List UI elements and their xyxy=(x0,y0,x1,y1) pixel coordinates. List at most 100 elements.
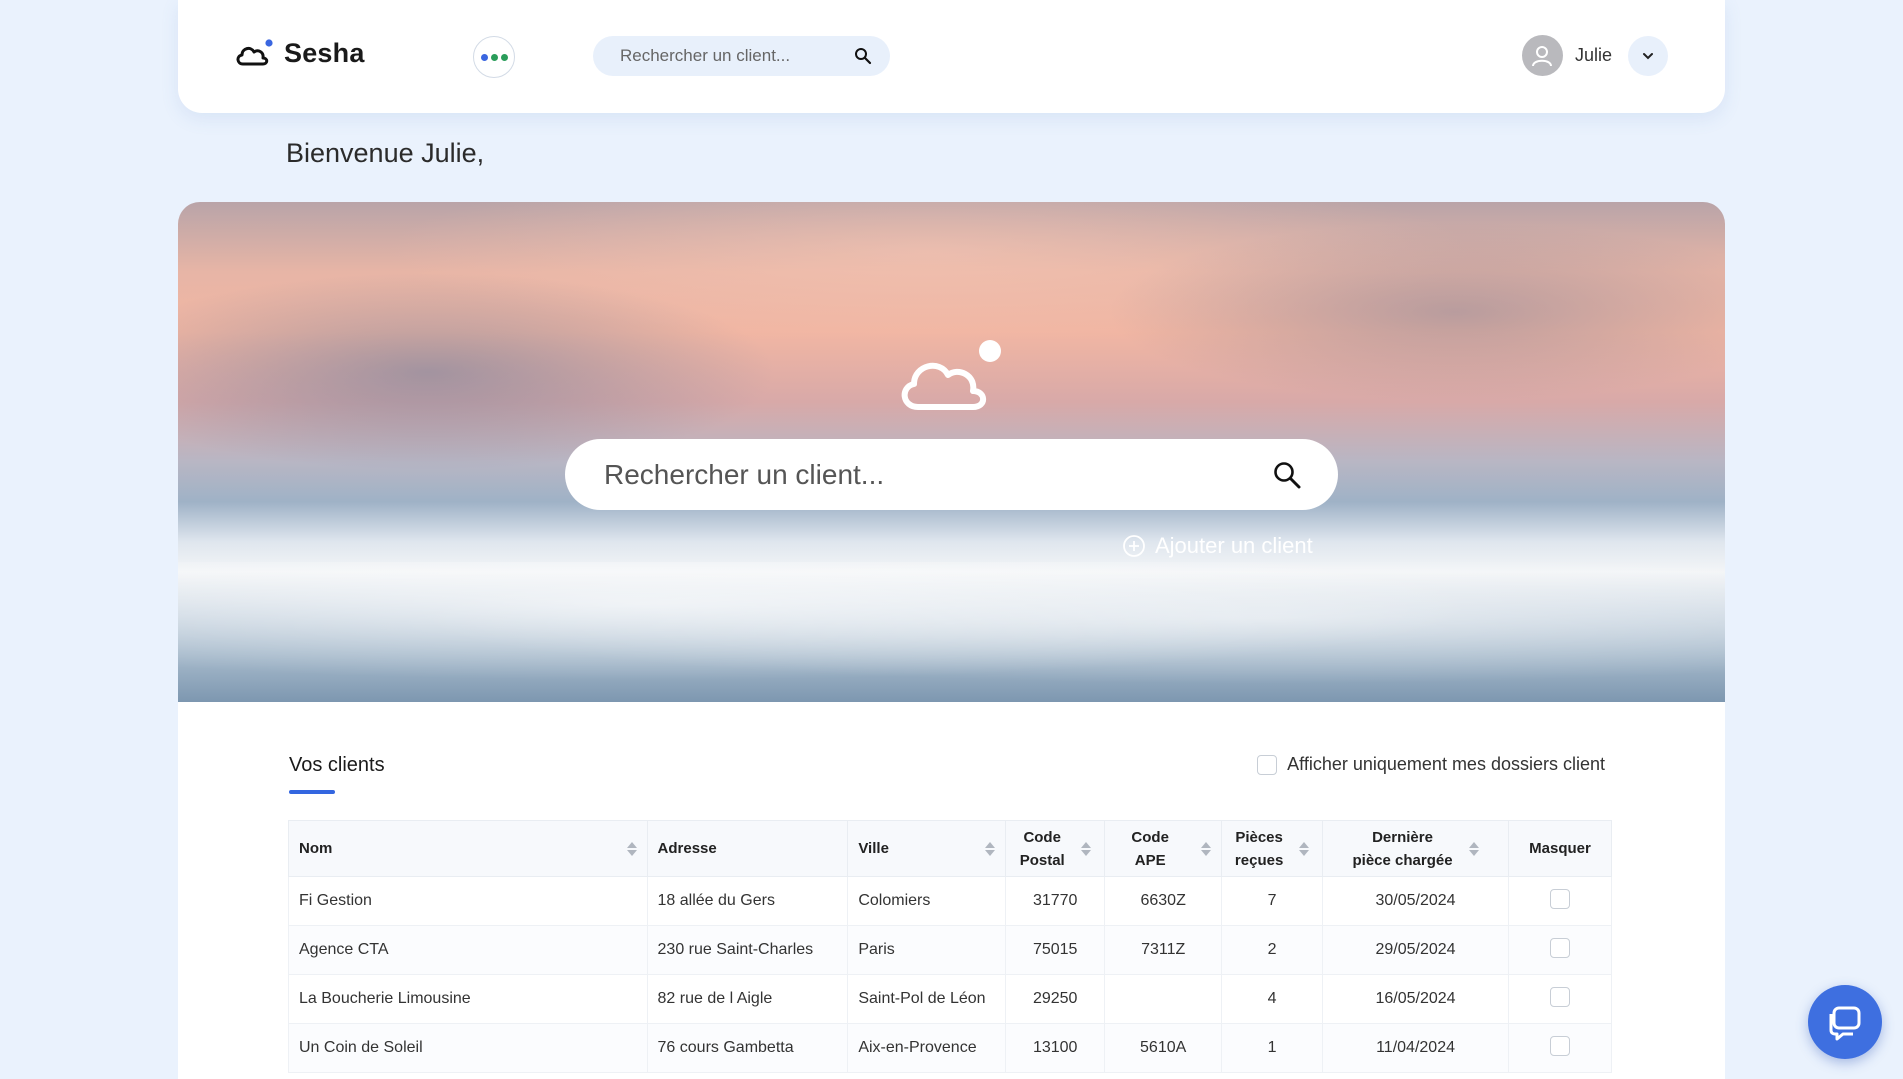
search-icon[interactable] xyxy=(854,47,872,65)
sort-icon[interactable] xyxy=(1299,841,1310,856)
tab-active-indicator xyxy=(289,790,335,794)
user-dropdown-button[interactable] xyxy=(1628,35,1668,76)
cell-adresse: 82 rue de l Aigle xyxy=(646,974,849,1024)
table-header-row: Nom Adresse Ville Code Postal Code APE P… xyxy=(288,820,1613,877)
apps-dot xyxy=(480,53,488,61)
hero-banner: Ajouter un client xyxy=(178,202,1725,702)
sort-icon[interactable] xyxy=(1201,841,1212,856)
cell-pieces: 2 xyxy=(1221,925,1324,975)
column-header-ville[interactable]: Ville xyxy=(847,820,1007,877)
top-bar: Sesha Julie xyxy=(178,0,1725,113)
cell-code-postal: 75015 xyxy=(1005,925,1106,975)
cell-nom[interactable]: Fi Gestion xyxy=(288,876,648,926)
chevron-down-icon xyxy=(1643,52,1653,59)
sort-icon[interactable] xyxy=(626,841,637,856)
cloud-icon xyxy=(901,340,1001,410)
sort-icon[interactable] xyxy=(985,841,996,856)
apps-dot xyxy=(490,53,498,61)
cell-ville: Paris xyxy=(847,925,1007,975)
cell-adresse: 18 allée du Gers xyxy=(646,876,849,926)
column-label: Masquer xyxy=(1529,840,1591,857)
column-header-adresse: Adresse xyxy=(646,820,849,877)
column-label-line: Postal xyxy=(1019,851,1065,869)
sort-icon[interactable] xyxy=(1468,841,1479,856)
user-menu: Julie xyxy=(1521,35,1668,76)
column-header-derniere-piece[interactable]: Dernière pièce chargée xyxy=(1322,820,1509,877)
my-clients-filter[interactable]: Afficher uniquement mes dossiers client xyxy=(1257,754,1605,775)
cell-masquer xyxy=(1507,876,1613,926)
cell-ville: Colomiers xyxy=(847,876,1007,926)
add-client-label: Ajouter un client xyxy=(1155,533,1313,558)
cell-nom[interactable]: La Boucherie Limousine xyxy=(288,974,648,1024)
cell-code-postal: 29250 xyxy=(1005,974,1106,1024)
hide-checkbox[interactable] xyxy=(1549,986,1570,1007)
column-header-nom[interactable]: Nom xyxy=(288,820,648,877)
column-label-line: reçues xyxy=(1234,851,1284,869)
cell-code-postal: 13100 xyxy=(1005,1023,1106,1073)
cell-ville: Saint-Pol de Léon xyxy=(847,974,1007,1024)
column-header-code-postal[interactable]: Code Postal xyxy=(1005,820,1106,877)
cell-derniere-piece: 11/04/2024 xyxy=(1322,1023,1509,1073)
my-clients-checkbox[interactable] xyxy=(1257,754,1278,775)
column-label-line: Pièces xyxy=(1235,828,1283,846)
column-header-masquer: Masquer xyxy=(1507,820,1613,877)
hide-checkbox[interactable] xyxy=(1549,888,1570,909)
column-label-line: Dernière xyxy=(1372,828,1433,846)
cell-derniere-piece: 30/05/2024 xyxy=(1322,876,1509,926)
column-label: Code APE xyxy=(1131,828,1169,869)
cell-pieces: 7 xyxy=(1221,876,1324,926)
user-icon xyxy=(1532,45,1553,66)
add-client-button[interactable]: Ajouter un client xyxy=(1122,533,1313,559)
hide-checkbox[interactable] xyxy=(1549,937,1570,958)
column-header-pieces[interactable]: Pièces reçues xyxy=(1221,820,1324,877)
hide-checkbox[interactable] xyxy=(1549,1035,1570,1056)
cloud-icon xyxy=(236,38,273,65)
tab-clients[interactable]: Vos clients xyxy=(289,754,385,777)
header-search-input[interactable] xyxy=(620,46,854,66)
column-header-code-ape[interactable]: Code APE xyxy=(1104,820,1223,877)
my-clients-filter-label: Afficher uniquement mes dossiers client xyxy=(1287,754,1605,774)
brand-name: Sesha xyxy=(284,38,365,68)
apps-dot xyxy=(500,53,508,61)
brand-logo[interactable]: Sesha xyxy=(234,38,365,69)
column-label-line: pièce chargée xyxy=(1352,851,1453,869)
hero-cloud-sea xyxy=(178,562,1725,702)
cell-code-postal: 31770 xyxy=(1005,876,1106,926)
cell-nom[interactable]: Agence CTA xyxy=(288,925,648,975)
column-label-line: Code xyxy=(1023,828,1061,846)
welcome-title: Bienvenue Julie, xyxy=(286,138,485,168)
cell-code-ape xyxy=(1104,974,1223,1024)
cell-masquer xyxy=(1507,1023,1613,1073)
clients-table: Nom Adresse Ville Code Postal Code APE P… xyxy=(288,820,1613,1073)
cell-masquer xyxy=(1507,925,1613,975)
cell-adresse: 76 cours Gambetta xyxy=(646,1023,849,1073)
cell-ville: Aix-en-Provence xyxy=(847,1023,1007,1073)
plus-circle-icon xyxy=(1123,535,1145,557)
table-row[interactable]: Fi Gestion 18 allée du Gers Colomiers 31… xyxy=(288,876,1613,926)
column-label: Ville xyxy=(858,840,889,857)
avatar[interactable] xyxy=(1521,35,1563,76)
table-row[interactable]: La Boucherie Limousine 82 rue de l Aigle… xyxy=(288,974,1613,1024)
cell-code-ape: 7311Z xyxy=(1104,925,1223,975)
column-label: Adresse xyxy=(657,840,717,857)
hero-search xyxy=(565,439,1338,510)
column-label: Pièces reçues xyxy=(1235,826,1283,872)
cell-nom[interactable]: Un Coin de Soleil xyxy=(288,1023,648,1073)
search-icon[interactable] xyxy=(1272,460,1302,490)
table-row[interactable]: Un Coin de Soleil 76 cours Gambetta Aix-… xyxy=(288,1023,1613,1073)
cell-pieces: 1 xyxy=(1221,1023,1324,1073)
column-label: Nom xyxy=(299,840,333,857)
cell-masquer xyxy=(1507,974,1613,1024)
client-search-input[interactable] xyxy=(604,458,1272,491)
chat-button[interactable] xyxy=(1808,985,1882,1059)
apps-menu-button[interactable] xyxy=(473,36,515,78)
user-name: Julie xyxy=(1574,45,1612,65)
cell-code-ape: 6630Z xyxy=(1104,876,1223,926)
column-label: Code Postal xyxy=(1020,826,1065,872)
sort-icon[interactable] xyxy=(1080,841,1091,856)
table-row[interactable]: Agence CTA 230 rue Saint-Charles Paris 7… xyxy=(288,925,1613,975)
header-search xyxy=(593,36,890,76)
column-label: Dernière pièce chargée xyxy=(1353,826,1453,872)
cell-adresse: 230 rue Saint-Charles xyxy=(646,925,849,975)
cell-pieces: 4 xyxy=(1221,974,1324,1024)
